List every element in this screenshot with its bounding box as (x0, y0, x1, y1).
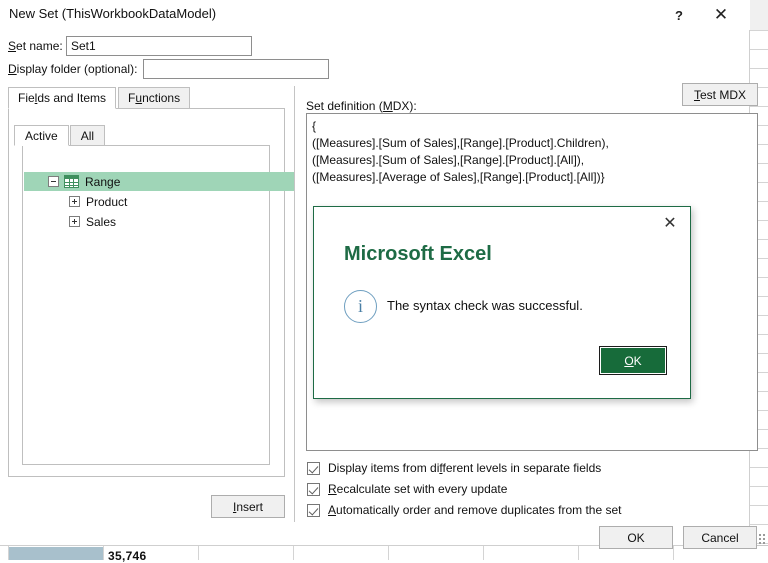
message-ok-label-rest: K (633, 353, 642, 368)
worksheet-column-line (103, 546, 104, 560)
test-mdx-button-label-rest: est MDX (699, 87, 746, 102)
table-grid-icon (64, 175, 79, 188)
dialog-title: New Set (ThisWorkbookDataModel) (9, 6, 217, 21)
display-folder-label-rest: isplay folder (optional): (16, 62, 138, 76)
insert-button-label-rest: nsert (236, 499, 264, 514)
collapse-minus-icon[interactable] (48, 176, 59, 187)
excel-message-dialog: ✕ Microsoft Excel i The syntax check was… (313, 206, 691, 399)
tree-item-range[interactable]: Range (24, 172, 294, 191)
worksheet-column-line (8, 546, 9, 560)
test-mdx-button[interactable]: Test MDX (682, 83, 758, 106)
worksheet-row-line (750, 524, 768, 525)
worksheet-column-line (293, 546, 294, 560)
tab-fields-and-items[interactable]: Fields and Items (8, 87, 117, 109)
subtab-all-label: All (80, 129, 95, 143)
tree-item-product[interactable]: Product (24, 192, 315, 211)
field-scope-tab-strip: Active All (14, 125, 106, 146)
close-icon[interactable]: ✕ (704, 0, 738, 30)
tab-functions-label: Functions (128, 91, 181, 105)
tree-item-sales-label: Sales (86, 214, 117, 229)
field-tree-list[interactable]: Range Product Sales (22, 145, 294, 465)
subtab-active[interactable]: Active (14, 125, 69, 146)
set-name-label: Set name: (8, 39, 63, 53)
set-name-label-rest: et name: (16, 39, 63, 53)
display-folder-input[interactable] (143, 59, 329, 79)
worksheet-row-line (750, 49, 768, 50)
message-dialog-text: The syntax check was successful. (387, 298, 583, 313)
tree-item-range-label: Range (85, 174, 121, 189)
help-icon[interactable]: ? (662, 0, 696, 30)
tab-fields-and-items-label: Fields and Items (18, 91, 107, 105)
dialog-titlebar[interactable]: New Set (ThisWorkbookDataModel) ? ✕ (0, 0, 750, 30)
worksheet-column-line (673, 546, 674, 560)
worksheet-column-line (578, 546, 579, 560)
worksheet-selected-cell[interactable] (8, 547, 103, 560)
worksheet-row-line (750, 467, 768, 468)
set-name-input[interactable] (66, 36, 252, 56)
checkbox-checked-icon[interactable] (307, 482, 320, 496)
worksheet-row-line (750, 106, 768, 107)
checkbox-checked-icon[interactable] (307, 461, 320, 475)
option-auto-order-label: Automatically order and remove duplicate… (328, 503, 622, 517)
tab-functions[interactable]: Functions (118, 87, 191, 109)
worksheet-cell-value: 35,746 (108, 549, 147, 563)
subtab-active-label: Active (25, 129, 58, 143)
option-display-items-separate-fields[interactable]: Display items from different levels in s… (307, 461, 601, 475)
set-definition-label: Set definition (MDX): (306, 99, 417, 113)
option-recalculate-label: Recalculate set with every update (328, 482, 508, 496)
expand-plus-icon[interactable] (69, 216, 80, 227)
tree-item-product-label: Product (86, 194, 128, 209)
option-display-items-label: Display items from different levels in s… (328, 461, 602, 475)
tree-item-sales[interactable]: Sales (24, 212, 315, 231)
insert-button[interactable]: Insert (211, 495, 285, 518)
close-icon[interactable]: ✕ (656, 211, 684, 235)
worksheet-column-line (388, 546, 389, 560)
info-icon: i (344, 290, 377, 323)
cancel-button[interactable]: Cancel (683, 526, 757, 549)
worksheet-row-line (750, 30, 768, 31)
worksheet-row-line (750, 486, 768, 487)
expand-plus-icon[interactable] (69, 196, 80, 207)
main-tab-strip: Fields and Items Functions (8, 87, 192, 109)
worksheet-column-line (483, 546, 484, 560)
display-folder-label: Display folder (optional): (8, 62, 138, 76)
option-recalculate-set[interactable]: Recalculate set with every update (307, 482, 507, 496)
pane-separator (294, 86, 295, 522)
message-ok-button[interactable]: OK (599, 346, 667, 375)
worksheet-row-line (750, 68, 768, 69)
subtab-all[interactable]: All (69, 125, 106, 146)
checkbox-checked-icon[interactable] (307, 503, 320, 517)
worksheet-column-line (198, 546, 199, 560)
worksheet-row-line (750, 505, 768, 506)
message-dialog-app-title: Microsoft Excel (344, 243, 492, 265)
option-auto-order-dedupe[interactable]: Automatically order and remove duplicate… (307, 503, 621, 517)
ok-button[interactable]: OK (599, 526, 673, 549)
set-definition-label-text: Set definition (MDX): (306, 99, 417, 113)
